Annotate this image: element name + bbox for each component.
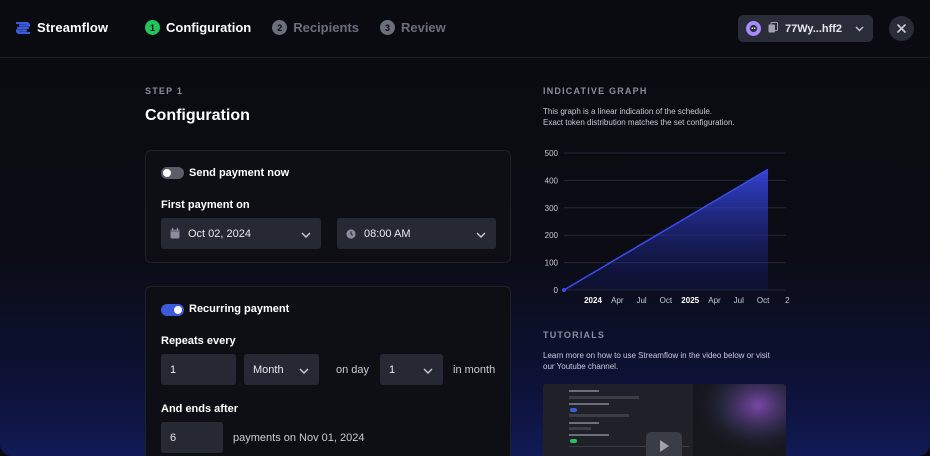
top-bar: Streamflow 1 Configuration 2 Recipients … [0, 0, 930, 58]
tutorials-description: Learn more on how to use Streamflow in t… [543, 350, 793, 372]
first-payment-time-select[interactable]: 08:00 AM [337, 218, 496, 249]
wallet-button[interactable]: 77Wy...hff2 [738, 15, 873, 42]
interval-input[interactable]: 1 [161, 354, 236, 385]
payments-count-value: 6 [170, 431, 177, 444]
wallet-address: 77Wy...hff2 [785, 22, 843, 35]
step-label: Review [400, 20, 446, 35]
step-review[interactable]: 3 Review [379, 20, 446, 35]
chevron-down-icon [299, 365, 309, 377]
x-tick-label: 2024 [584, 296, 602, 305]
series-start-point [562, 288, 566, 292]
recurring-toggle[interactable] [161, 304, 184, 316]
interval-unit-select[interactable]: Month [244, 354, 319, 385]
x-tick-label: Apr [611, 296, 624, 305]
x-tick-label: Apr [708, 296, 721, 305]
x-tick-label: Oct [660, 296, 673, 305]
step-number: 2 [272, 20, 288, 35]
day-select[interactable]: 1 [380, 354, 443, 385]
first-payment-date-value: Oct 02, 2024 [188, 227, 251, 240]
recurring-label: Recurring payment [189, 303, 290, 315]
y-tick-label: 200 [545, 231, 559, 240]
payments-summary: payments on Nov 01, 2024 [233, 432, 365, 444]
clock-icon [346, 228, 356, 239]
ends-after-label: And ends after [161, 403, 239, 415]
tutorials-section-title: TUTORIALS [543, 330, 606, 340]
indicative-graph: 0 100 200 300 400 500 2024 Apr Jul Oct 2025 Apr Jul O… [545, 149, 790, 305]
tutorials-description-line: Learn more on how to use Streamflow in t… [543, 351, 770, 360]
send-now-label: Send payment now [189, 167, 290, 179]
first-payment-date-select[interactable]: Oct 02, 2024 [161, 218, 321, 249]
chevron-down-icon [301, 229, 311, 241]
x-tick-label: 2025 [681, 296, 699, 305]
tutorials-description-line: our Youtube channel. [543, 362, 619, 371]
wallet-avatar-icon [746, 21, 761, 36]
page-title: Configuration [145, 107, 250, 124]
first-payment-time-value: 08:00 AM [364, 227, 411, 240]
copy-icon[interactable] [768, 20, 778, 38]
step-kicker: STEP 1 [145, 86, 184, 96]
step-label: Recipients [293, 20, 359, 35]
chevron-down-icon [855, 26, 864, 32]
streamflow-logo-icon [16, 21, 30, 34]
graph-description-line: This graph is a linear indication of the… [543, 107, 712, 116]
on-day-label: on day [336, 364, 370, 376]
in-month-label: in month [453, 364, 496, 376]
repeats-every-label: Repeats every [161, 335, 236, 347]
x-tick-label: Oct [757, 296, 770, 305]
send-now-card: Send payment now First payment on Oct 02… [145, 150, 511, 263]
interval-value: 1 [170, 363, 177, 376]
y-tick-label: 0 [554, 286, 559, 295]
close-icon [897, 24, 906, 33]
step-configuration[interactable]: 1 Configuration [145, 20, 251, 35]
app-name: Streamflow [37, 20, 109, 35]
day-value: 1 [389, 363, 396, 376]
payments-count-input[interactable]: 6 [161, 422, 223, 453]
calendar-icon [170, 228, 180, 239]
chevron-down-icon [423, 365, 433, 377]
x-tick-label: 2 [785, 296, 790, 305]
close-button[interactable] [889, 16, 914, 41]
interval-unit-value: Month [253, 363, 284, 376]
step-number: 1 [145, 20, 160, 35]
stepper: 1 Configuration 2 Recipients 3 Review [145, 20, 446, 35]
send-now-toggle[interactable] [161, 167, 184, 179]
step-number: 3 [379, 20, 395, 35]
graph-description: This graph is a linear indication of the… [543, 106, 793, 128]
tutorial-video-player[interactable] [543, 384, 786, 456]
graph-section-title: INDICATIVE GRAPH [543, 86, 648, 96]
graph-description-line: Exact token distribution matches the set… [543, 118, 735, 127]
x-tick-label: Jul [636, 296, 646, 305]
modal-frame: Streamflow 1 Configuration 2 Recipients … [0, 0, 930, 456]
y-tick-label: 500 [545, 149, 559, 158]
first-payment-label: First payment on [161, 199, 250, 211]
y-tick-label: 400 [545, 176, 559, 185]
chevron-down-icon [476, 229, 486, 241]
step-recipients[interactable]: 2 Recipients [272, 20, 359, 35]
video-thumbnail [543, 384, 786, 456]
x-tick-label: Jul [734, 296, 744, 305]
y-tick-label: 100 [545, 259, 559, 268]
app-logo: Streamflow [16, 20, 108, 35]
recurring-card: Recurring payment Repeats every 1 Month … [145, 286, 511, 456]
step-label: Configuration [166, 20, 252, 35]
y-tick-label: 300 [545, 204, 559, 213]
